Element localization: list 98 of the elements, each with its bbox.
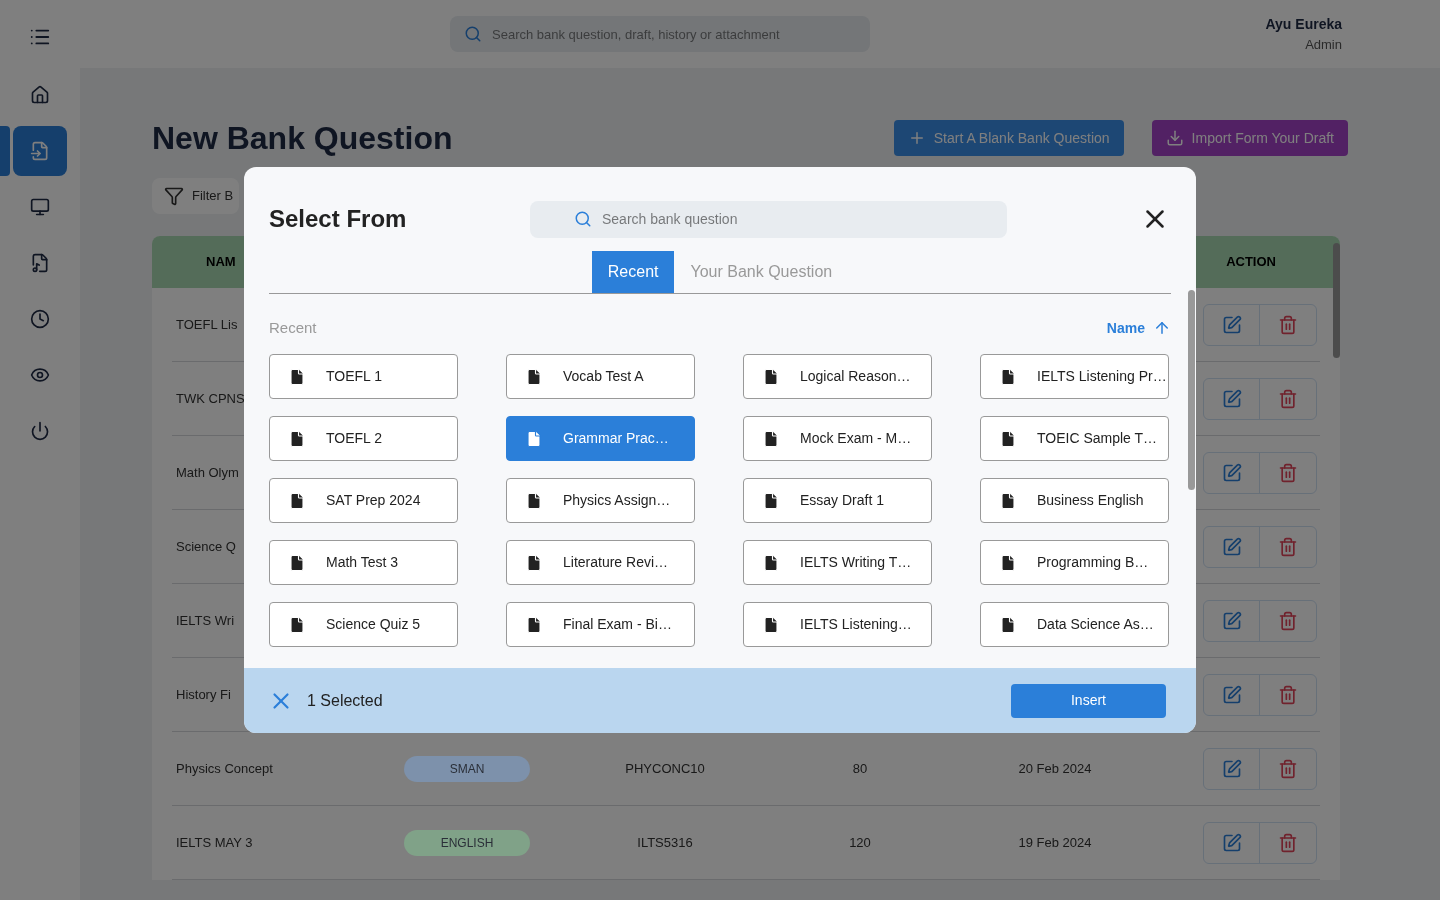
download-icon bbox=[1165, 129, 1184, 147]
file-icon bbox=[288, 614, 306, 635]
file-icon bbox=[525, 490, 543, 511]
file-card[interactable]: Programming B… bbox=[980, 540, 1169, 585]
trash-icon bbox=[1278, 758, 1298, 779]
file-icon bbox=[525, 428, 543, 449]
user-name: Ayu Eureka bbox=[1265, 14, 1342, 34]
edit-icon bbox=[1221, 832, 1242, 853]
selection-count: 1 Selected bbox=[307, 690, 383, 711]
search-icon bbox=[574, 209, 592, 228]
file-card[interactable]: Grammar Prac… bbox=[506, 416, 695, 461]
file-card[interactable]: Mock Exam - M… bbox=[743, 416, 932, 461]
trash-icon bbox=[1278, 314, 1298, 335]
file-icon bbox=[762, 552, 780, 573]
home-icon bbox=[30, 85, 50, 105]
file-icon bbox=[525, 366, 543, 387]
tab[interactable]: Recent bbox=[591, 251, 675, 293]
table-cell-text: History Fi bbox=[176, 685, 231, 704]
table-cell-text: 19 Feb 2024 bbox=[1018, 833, 1092, 852]
table-cell-text: TWK CPNS bbox=[176, 389, 245, 408]
page-title: New Bank Question bbox=[152, 119, 454, 158]
table-cell-text: 20 Feb 2024 bbox=[1018, 759, 1092, 778]
file-icon bbox=[288, 428, 306, 449]
file-card[interactable]: IELTS Writing T… bbox=[743, 540, 932, 585]
table-cell-text: Science Q bbox=[176, 537, 236, 556]
column-header: ACTION bbox=[1226, 253, 1276, 272]
table-cell-text: 80 bbox=[852, 759, 868, 778]
tag: SMAN bbox=[404, 755, 530, 782]
file-card[interactable]: Physics Assign… bbox=[506, 478, 695, 523]
file-icon bbox=[999, 614, 1017, 635]
sidebar-item[interactable] bbox=[13, 126, 67, 176]
search-field[interactable]: Search bank question bbox=[530, 200, 1007, 238]
trash-icon bbox=[1278, 536, 1298, 557]
file-icon bbox=[525, 614, 543, 635]
edit-icon bbox=[1221, 388, 1242, 409]
file-icon bbox=[999, 366, 1017, 387]
file-card[interactable]: TOEFL 2 bbox=[269, 416, 458, 461]
search-icon bbox=[464, 25, 482, 43]
filter-button[interactable]: Filter B bbox=[152, 178, 240, 214]
table-cell-text: 120 bbox=[849, 833, 871, 852]
file-icon bbox=[762, 614, 780, 635]
file-icon bbox=[30, 141, 50, 161]
file-icon bbox=[762, 490, 780, 511]
clock-icon bbox=[30, 309, 50, 329]
section-label: Recent bbox=[269, 317, 318, 338]
edit-icon bbox=[1221, 536, 1242, 557]
file-card[interactable]: Literature Revi… bbox=[506, 540, 695, 585]
filter-icon bbox=[164, 186, 184, 206]
insert-button[interactable]: Insert bbox=[1011, 683, 1166, 718]
file-card[interactable]: Vocab Test A bbox=[506, 354, 695, 399]
table-cell-text: Math Olym bbox=[176, 463, 239, 482]
file-card[interactable]: SAT Prep 2024 bbox=[269, 478, 458, 523]
dialog-title: Select From bbox=[269, 204, 408, 234]
file-card[interactable]: Data Science As… bbox=[980, 602, 1169, 647]
file-card[interactable]: TOEFL 1 bbox=[269, 354, 458, 399]
trash-icon bbox=[1278, 388, 1298, 409]
trash-icon bbox=[1278, 610, 1298, 631]
edit-icon bbox=[1221, 610, 1242, 631]
file-icon bbox=[288, 490, 306, 511]
tag: ENGLISH bbox=[404, 829, 530, 856]
file-icon bbox=[999, 552, 1017, 573]
table-cell-text: IELTS Wri bbox=[176, 611, 235, 630]
trash-icon bbox=[1278, 832, 1298, 853]
file-icon bbox=[762, 366, 780, 387]
active-indicator bbox=[0, 126, 10, 176]
file-icon bbox=[525, 552, 543, 573]
edit-icon bbox=[1221, 314, 1242, 335]
file-icon bbox=[999, 490, 1017, 511]
edit-icon bbox=[1221, 684, 1242, 705]
file-icon bbox=[999, 428, 1017, 449]
file-card[interactable]: Logical Reason… bbox=[743, 354, 932, 399]
file-card[interactable]: Essay Draft 1 bbox=[743, 478, 932, 523]
file-icon bbox=[288, 552, 306, 573]
trash-icon bbox=[1278, 684, 1298, 705]
edit-icon bbox=[1221, 462, 1242, 483]
table-cell-text: Physics Concept bbox=[176, 759, 273, 778]
file-icon bbox=[288, 366, 306, 387]
user-role: Admin bbox=[1305, 35, 1342, 54]
edit-icon bbox=[1221, 758, 1242, 779]
sort-button[interactable]: Name bbox=[1106, 317, 1171, 339]
table-cell-text: ILTS5316 bbox=[637, 833, 693, 852]
search-field[interactable]: Search bank question, draft, history or attachment bbox=[450, 16, 870, 52]
file-card[interactable]: TOEIC Sample T… bbox=[980, 416, 1169, 461]
monitor-icon bbox=[30, 197, 50, 217]
table-cell-text: TOEFL Lis bbox=[176, 315, 238, 334]
file-card[interactable]: IELTS Listening Pr… bbox=[980, 354, 1169, 399]
file-icon bbox=[762, 428, 780, 449]
column-header: NAM bbox=[206, 253, 236, 272]
table-cell-text: PHYCONC10 bbox=[625, 759, 705, 778]
eye-icon bbox=[30, 365, 50, 385]
file-card[interactable]: IELTS Listening… bbox=[743, 602, 932, 647]
file-card[interactable]: Math Test 3 bbox=[269, 540, 458, 585]
file-card[interactable]: Science Quiz 5 bbox=[269, 602, 458, 647]
table-cell-text: IELTS MAY 3 bbox=[176, 833, 253, 852]
trash-icon bbox=[1278, 462, 1298, 483]
file-card[interactable]: Business English bbox=[980, 478, 1169, 523]
power-icon bbox=[30, 421, 50, 441]
file-card[interactable]: Final Exam - Bi… bbox=[506, 602, 695, 647]
